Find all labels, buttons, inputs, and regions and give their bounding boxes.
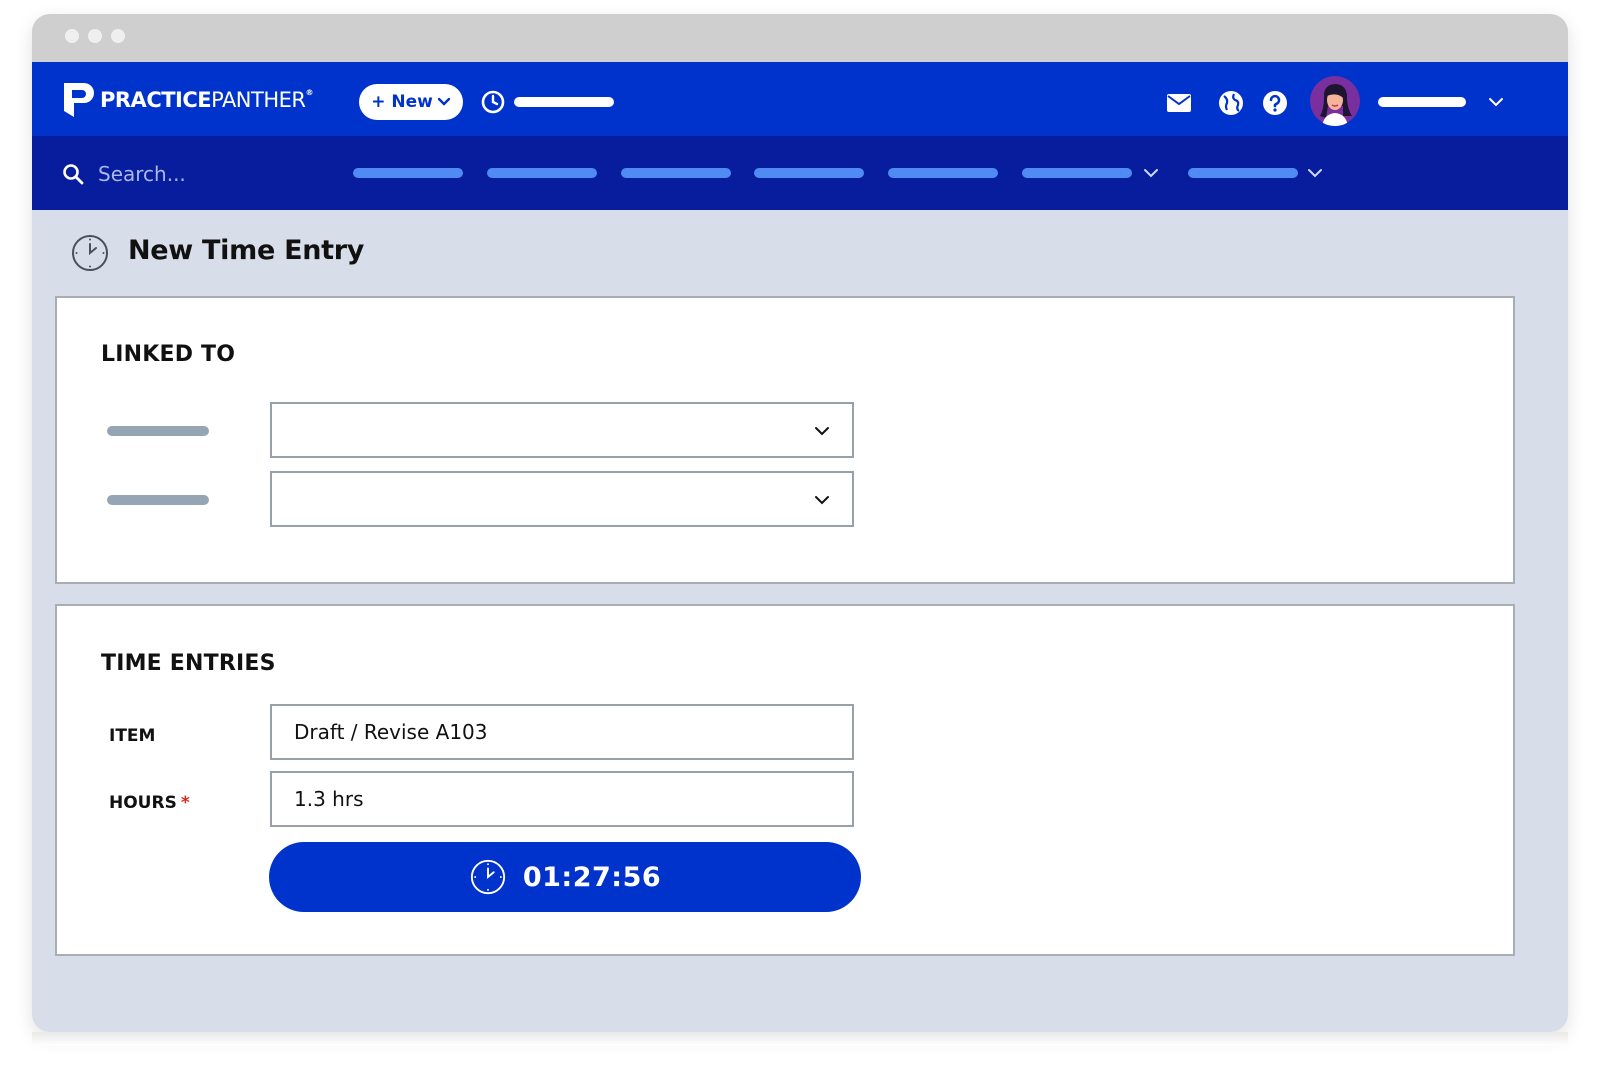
window-maximize-dot[interactable] (111, 29, 125, 43)
top-bar: PRACTICEPANTHER® + New (32, 62, 1568, 136)
clock-icon (72, 235, 108, 271)
new-button-label: + New (371, 92, 433, 112)
linked-select-1[interactable] (270, 402, 854, 458)
user-name-placeholder (1378, 97, 1466, 107)
item-input[interactable] (270, 704, 854, 760)
chevron-down-icon (437, 97, 451, 106)
hours-label: HOURS * (109, 793, 190, 813)
timer-icon[interactable] (480, 89, 506, 115)
nav-bar (32, 136, 1568, 210)
nav-item-3[interactable] (621, 168, 731, 178)
user-avatar[interactable] (1310, 76, 1360, 126)
brand-name: PRACTICEPANTHER® (100, 88, 313, 112)
panther-logo-icon (64, 83, 94, 117)
chevron-down-icon[interactable] (1143, 166, 1159, 180)
nav-item-1[interactable] (353, 168, 463, 178)
search-input[interactable] (96, 158, 320, 190)
user-menu-chevron-icon[interactable] (1488, 96, 1504, 108)
app-window: PRACTICEPANTHER® + New Search... New Tim… (32, 14, 1568, 1032)
timer-label-placeholder (514, 97, 614, 107)
search-icon (63, 164, 84, 185)
window-shadow (32, 1032, 1568, 1046)
new-button[interactable]: + New (359, 84, 463, 120)
linked-field-label-1 (107, 426, 209, 436)
hours-input[interactable] (270, 771, 854, 827)
required-mark: * (180, 793, 190, 813)
nav-item-6[interactable] (1022, 168, 1132, 178)
timer-button[interactable]: 01:27:56 (269, 842, 861, 912)
page-title: New Time Entry (128, 235, 365, 266)
window-chrome (32, 14, 1568, 62)
window-close-dot[interactable] (65, 29, 79, 43)
page-header: New Time Entry (32, 210, 1568, 298)
chevron-down-icon[interactable] (1307, 166, 1323, 180)
item-label: ITEM (109, 726, 156, 746)
nav-item-2[interactable] (487, 168, 597, 178)
chevron-down-icon (815, 427, 829, 436)
hours-label-text: HOURS (109, 793, 177, 813)
window-minimize-dot[interactable] (88, 29, 102, 43)
nav-item-4[interactable] (754, 168, 864, 178)
brand-logo[interactable]: PRACTICEPANTHER® (60, 81, 313, 119)
help-icon[interactable] (1262, 90, 1288, 116)
linked-to-panel: LINKED TO (55, 296, 1515, 584)
avatar-image (1310, 76, 1360, 126)
mail-icon[interactable] (1166, 92, 1192, 114)
globe-icon[interactable] (1218, 90, 1244, 116)
clock-icon (470, 859, 505, 895)
nav-item-5[interactable] (888, 168, 998, 178)
time-entries-panel: TIME ENTRIES ITEM HOURS* 01:27:56 (55, 604, 1515, 956)
nav-item-7[interactable] (1188, 168, 1298, 178)
linked-field-label-2 (107, 495, 209, 505)
chevron-down-icon (815, 496, 829, 505)
time-entries-heading: TIME ENTRIES (101, 651, 276, 676)
linked-select-2[interactable] (270, 471, 854, 527)
linked-to-heading: LINKED TO (101, 342, 236, 367)
timer-value: 01:27:56 (522, 861, 662, 893)
